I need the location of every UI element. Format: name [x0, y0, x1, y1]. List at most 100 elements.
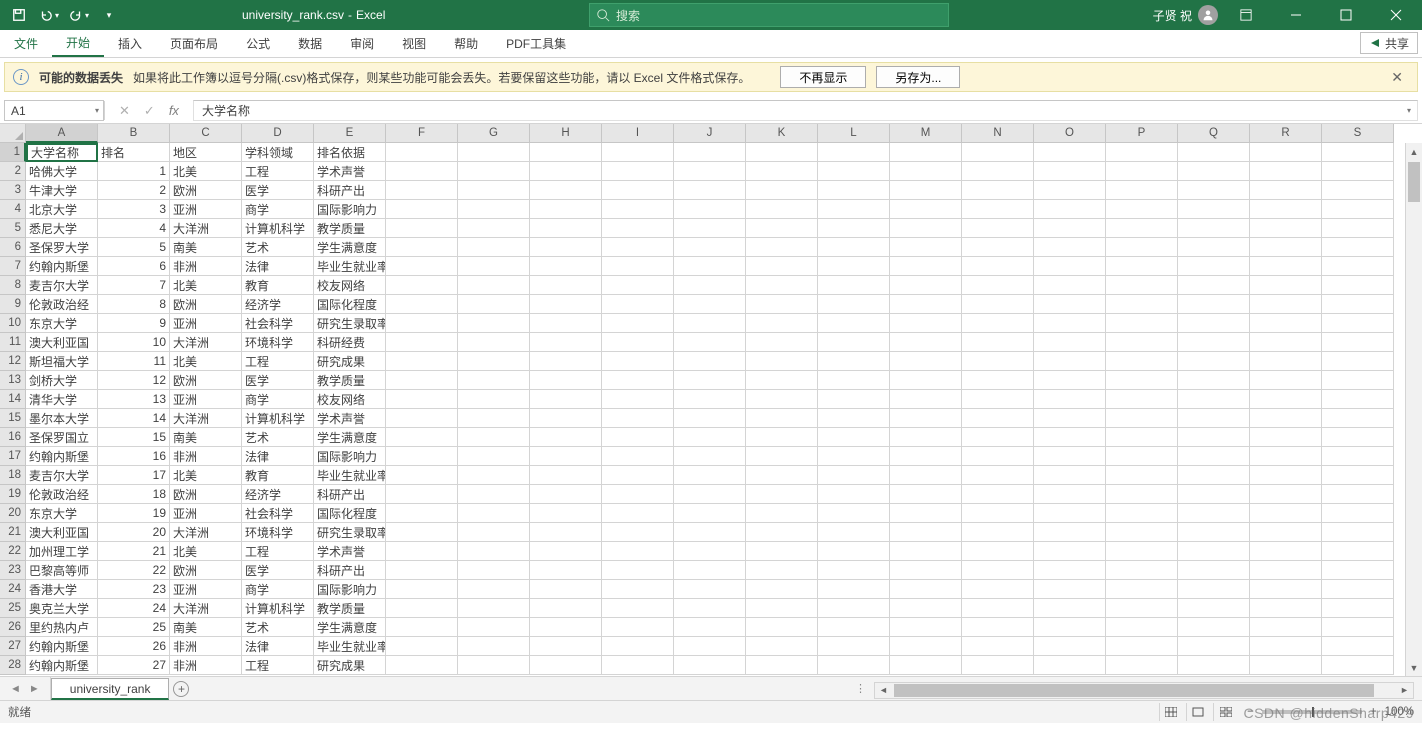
cell[interactable]: [890, 390, 962, 409]
save-icon[interactable]: [6, 2, 32, 28]
cell[interactable]: 23: [98, 580, 170, 599]
cell[interactable]: [818, 580, 890, 599]
cell[interactable]: [1106, 428, 1178, 447]
cell[interactable]: [602, 580, 674, 599]
cell[interactable]: 大洋洲: [170, 333, 242, 352]
cell[interactable]: [458, 561, 530, 580]
cell[interactable]: 8: [98, 295, 170, 314]
cell[interactable]: [458, 466, 530, 485]
cell[interactable]: 社会科学: [242, 314, 314, 333]
cell[interactable]: [386, 276, 458, 295]
cell[interactable]: 3: [98, 200, 170, 219]
cell[interactable]: [818, 390, 890, 409]
cell[interactable]: [962, 352, 1034, 371]
cell[interactable]: [746, 485, 818, 504]
column-header[interactable]: E: [314, 124, 386, 143]
cell[interactable]: [746, 542, 818, 561]
cell[interactable]: [386, 447, 458, 466]
row-header[interactable]: 10: [0, 314, 26, 333]
cell[interactable]: 10: [98, 333, 170, 352]
cell[interactable]: [890, 523, 962, 542]
cell[interactable]: 东京大学: [26, 504, 98, 523]
cell[interactable]: [818, 485, 890, 504]
cell[interactable]: [1250, 276, 1322, 295]
cell[interactable]: [386, 352, 458, 371]
cell[interactable]: [890, 485, 962, 504]
cell[interactable]: [818, 333, 890, 352]
cell[interactable]: 学科领域: [242, 143, 314, 162]
cell[interactable]: 香港大学: [26, 580, 98, 599]
cell[interactable]: [890, 238, 962, 257]
cell[interactable]: [962, 447, 1034, 466]
cell[interactable]: [602, 238, 674, 257]
cell[interactable]: 非洲: [170, 637, 242, 656]
cell[interactable]: [458, 428, 530, 447]
scroll-thumb[interactable]: [1408, 162, 1420, 202]
cell[interactable]: 南美: [170, 618, 242, 637]
cell[interactable]: 25: [98, 618, 170, 637]
cell[interactable]: [530, 352, 602, 371]
cell[interactable]: [458, 542, 530, 561]
cell[interactable]: [674, 542, 746, 561]
cell[interactable]: 研究成果: [314, 656, 386, 675]
cell[interactable]: 17: [98, 466, 170, 485]
cell[interactable]: [458, 371, 530, 390]
cell[interactable]: [890, 542, 962, 561]
cell[interactable]: [1250, 656, 1322, 675]
cell[interactable]: 学生满意度: [314, 618, 386, 637]
minimize-icon[interactable]: [1274, 0, 1318, 30]
cell[interactable]: 15: [98, 428, 170, 447]
cell[interactable]: [1178, 561, 1250, 580]
cell[interactable]: [1178, 409, 1250, 428]
cell[interactable]: [962, 200, 1034, 219]
page-layout-view-icon[interactable]: [1186, 703, 1210, 721]
row-header[interactable]: 18: [0, 466, 26, 485]
cell[interactable]: [1034, 618, 1106, 637]
cell[interactable]: [1034, 504, 1106, 523]
cell[interactable]: 研究成果: [314, 352, 386, 371]
column-header[interactable]: G: [458, 124, 530, 143]
cell[interactable]: 19: [98, 504, 170, 523]
column-header[interactable]: R: [1250, 124, 1322, 143]
cell[interactable]: [674, 371, 746, 390]
cell[interactable]: [890, 181, 962, 200]
cell[interactable]: 18: [98, 485, 170, 504]
cell[interactable]: 非洲: [170, 257, 242, 276]
infobar-close-icon[interactable]: ✕: [1385, 69, 1409, 86]
cell[interactable]: [746, 466, 818, 485]
cell[interactable]: [746, 637, 818, 656]
cell[interactable]: 环境科学: [242, 523, 314, 542]
cell[interactable]: 医学: [242, 181, 314, 200]
cell[interactable]: [674, 466, 746, 485]
cell[interactable]: 大洋洲: [170, 599, 242, 618]
cell[interactable]: [386, 656, 458, 675]
cell[interactable]: [602, 314, 674, 333]
row-header[interactable]: 14: [0, 390, 26, 409]
cell[interactable]: 22: [98, 561, 170, 580]
cell[interactable]: 商学: [242, 390, 314, 409]
cell[interactable]: [458, 656, 530, 675]
cell[interactable]: [1034, 219, 1106, 238]
cell[interactable]: [530, 466, 602, 485]
cell[interactable]: [458, 295, 530, 314]
cell[interactable]: [1106, 523, 1178, 542]
cell[interactable]: [1178, 390, 1250, 409]
cell[interactable]: [1250, 143, 1322, 162]
cell[interactable]: [1034, 162, 1106, 181]
cell[interactable]: 研究生录取率: [314, 523, 386, 542]
cell[interactable]: [386, 504, 458, 523]
cell[interactable]: [890, 637, 962, 656]
cell[interactable]: [1322, 580, 1394, 599]
cell[interactable]: [746, 200, 818, 219]
tab-help[interactable]: 帮助: [440, 30, 492, 57]
cell[interactable]: [1322, 238, 1394, 257]
cell[interactable]: [1250, 238, 1322, 257]
tab-pdf[interactable]: PDF工具集: [492, 30, 580, 57]
cell[interactable]: [1250, 162, 1322, 181]
cell[interactable]: [674, 390, 746, 409]
cell[interactable]: [962, 276, 1034, 295]
cell[interactable]: [1178, 143, 1250, 162]
row-header[interactable]: 12: [0, 352, 26, 371]
cell[interactable]: [1250, 219, 1322, 238]
cell[interactable]: [458, 314, 530, 333]
